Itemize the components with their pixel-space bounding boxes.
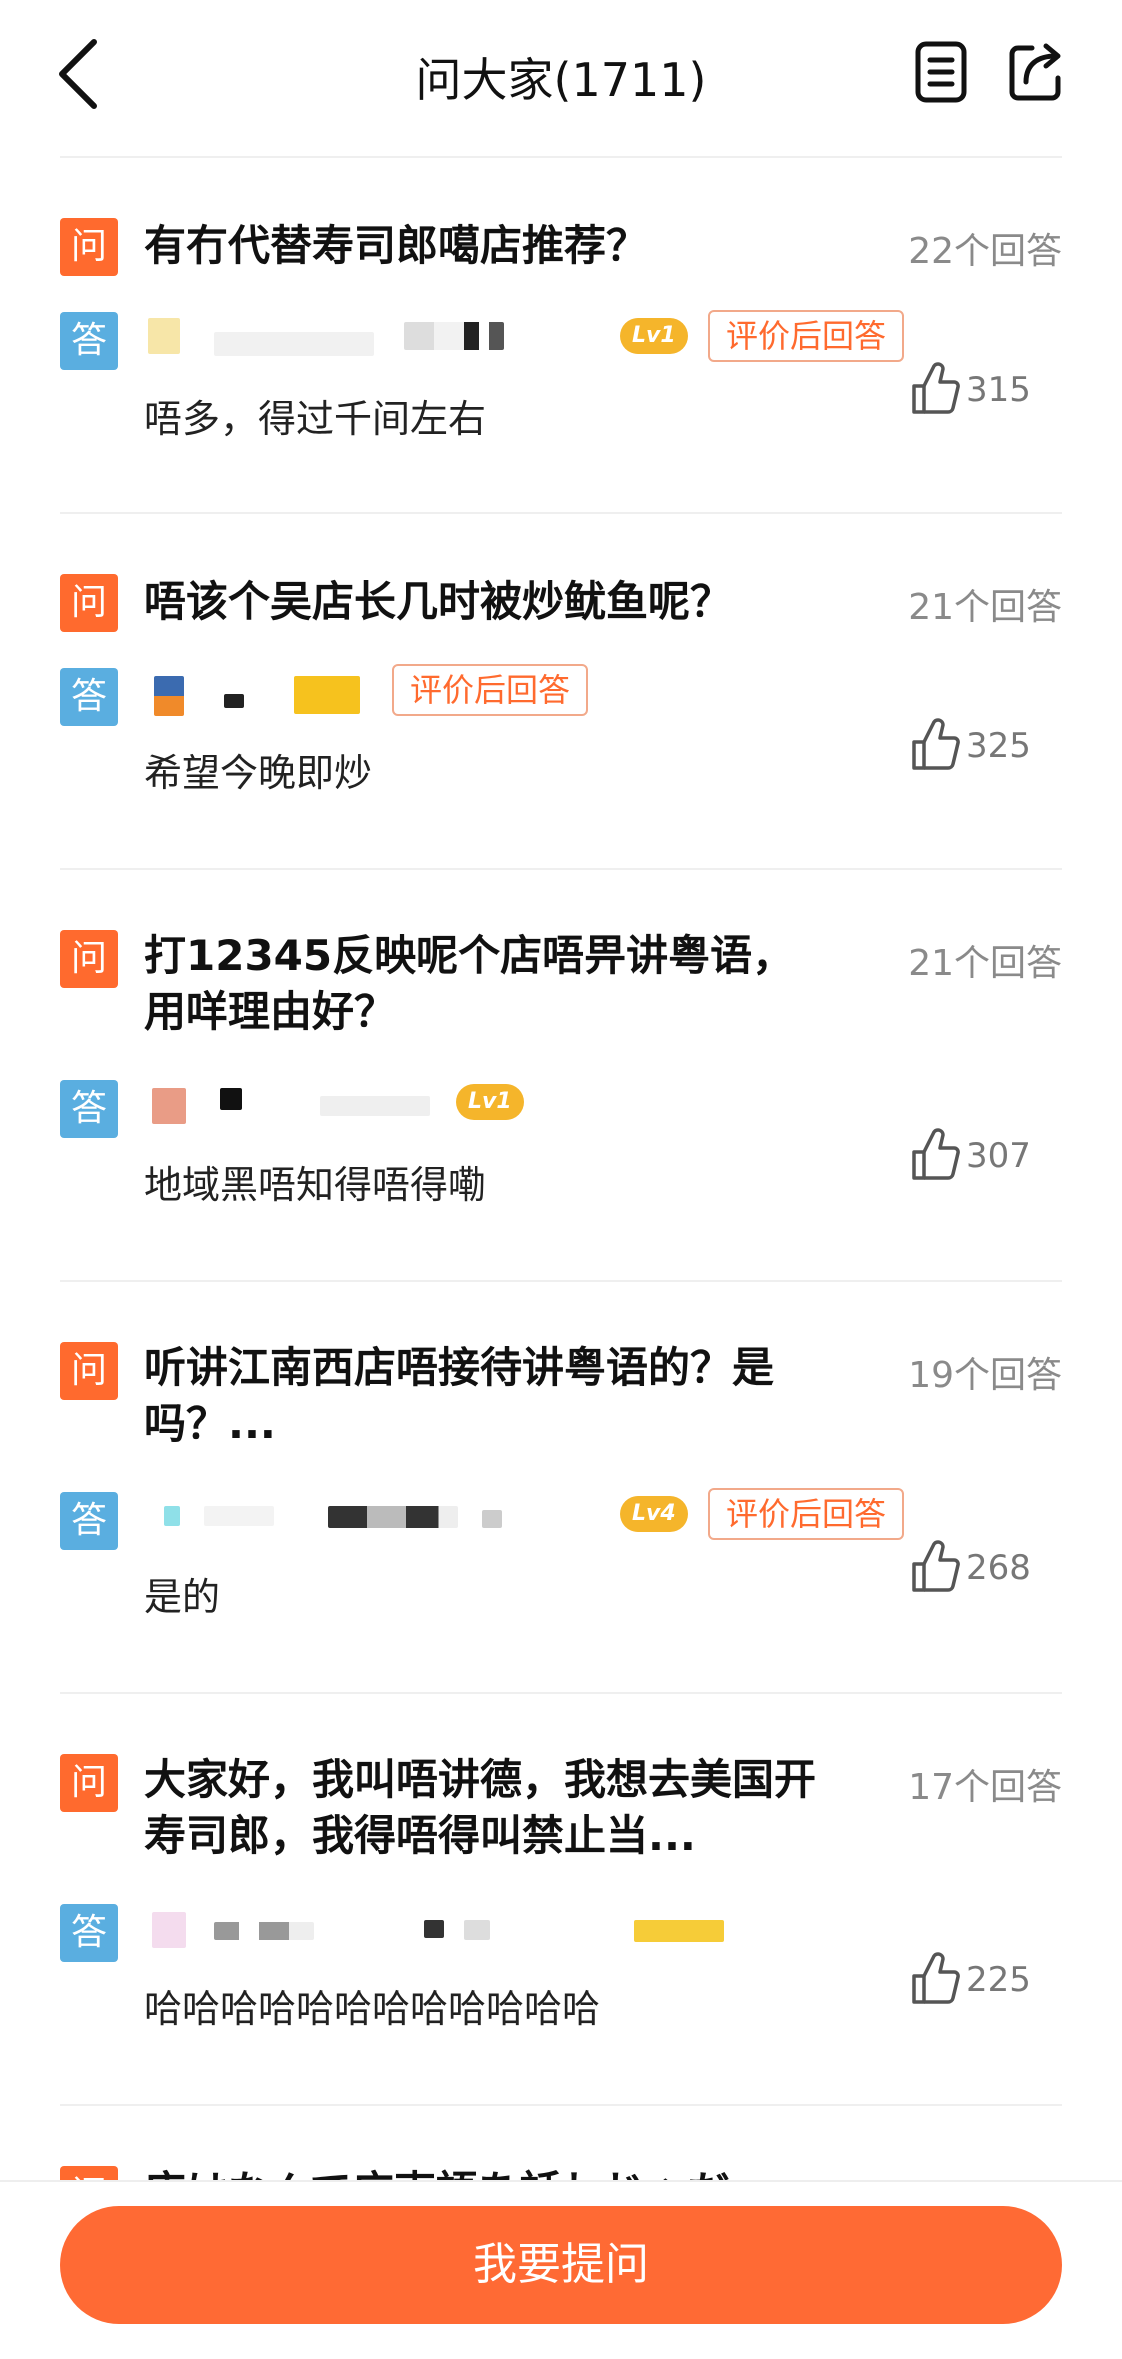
question-item[interactable]: 问 有冇代替寿司郎噶店推荐？ 22个回答 答 Lv1 评价后回答 唔多，得过千间… [60, 158, 1062, 514]
answer-badge: 答 [60, 1904, 118, 1962]
blurred-avatar [148, 318, 180, 354]
like-button[interactable]: 325 [910, 716, 1050, 776]
evaluate-to-answer-button[interactable]: 评价后回答 [708, 310, 904, 362]
question-badge: 问 [60, 218, 118, 276]
question-badge: 问 [60, 1342, 118, 1400]
blurred-username [464, 1920, 490, 1940]
question-text: 大家好，我叫唔讲德，我想去美国开寿司郎，我得唔得叫禁止当... [144, 1755, 817, 1860]
question-badge: 问 [60, 574, 118, 632]
answer-count: 17个回答 [908, 1767, 1062, 1808]
answer-count: 19个回答 [908, 1355, 1062, 1396]
question-text: 打12345反映呢个店唔畀讲粤语，用咩理由好？ [144, 931, 795, 1036]
answer-badge: 答 [60, 312, 118, 370]
answer-badge: 答 [60, 1080, 118, 1138]
answer-text: 是的 [144, 1575, 221, 1619]
answerer-info: Lv1 [144, 1076, 904, 1128]
like-count: 325 [966, 726, 1031, 766]
blurred-username [294, 676, 360, 714]
question-item[interactable]: 问 听讲江南西店唔接待讲粤语的？是吗？... 19个回答 答 Lv4 评价后回答… [60, 1282, 1062, 1694]
answer-text: 地域黑唔知得唔得嘞 [144, 1163, 487, 1207]
blurred-username [204, 1506, 274, 1526]
question-item[interactable]: 问 打12345反映呢个店唔畀讲粤语，用咩理由好？ 21个回答 答 Lv1 地域… [60, 870, 1062, 1282]
question-item[interactable]: 问 大家好，我叫唔讲德，我想去美国开寿司郎，我得唔得叫禁止当... 17个回答 … [60, 1694, 1062, 2106]
blurred-username [214, 1922, 314, 1940]
like-count: 315 [966, 370, 1031, 410]
like-count: 307 [966, 1136, 1031, 1176]
like-count: 225 [966, 1960, 1031, 2000]
like-count: 268 [966, 1548, 1031, 1588]
question-text: 听讲江南西店唔接待讲粤语的？是吗？... [144, 1343, 775, 1448]
answer-count: 21个回答 [908, 587, 1062, 628]
like-button[interactable]: 268 [910, 1538, 1050, 1598]
thumbs-up-icon [912, 362, 960, 414]
like-button[interactable]: 225 [910, 1950, 1050, 2010]
user-level-badge: Lv1 [620, 318, 688, 354]
blurred-username [424, 1920, 444, 1938]
top-bar: 问大家(1711) [0, 0, 1122, 158]
blurred-avatar [154, 676, 184, 716]
user-level-badge: Lv4 [620, 1496, 688, 1532]
bottom-bar: 我要提问 [0, 2180, 1122, 2359]
answer-badge: 答 [60, 668, 118, 726]
blurred-avatar [152, 1912, 186, 1948]
like-button[interactable]: 307 [910, 1126, 1050, 1186]
answer-text: 哈哈哈哈哈哈哈哈哈哈哈哈 [144, 1987, 601, 2031]
answer-text: 希望今晚即炒 [144, 751, 373, 795]
answer-badge: 答 [60, 1492, 118, 1550]
question-text: 唔该个吴店长几时被炒鱿鱼呢？ [144, 577, 733, 626]
answerer-info: Lv4 评价后回答 [144, 1488, 904, 1540]
document-list-icon[interactable] [912, 40, 972, 104]
blurred-username [328, 1506, 458, 1528]
blurred-username [214, 332, 374, 356]
blurred-username [482, 1510, 502, 1528]
blurred-username [320, 1096, 430, 1116]
thumbs-up-icon [912, 1952, 960, 2004]
user-level-badge: Lv1 [456, 1084, 524, 1120]
blurred-username [404, 322, 504, 350]
question-badge: 问 [60, 930, 118, 988]
thumbs-up-icon [912, 1128, 960, 1180]
answer-text: 唔多，得过千间左右 [144, 397, 487, 441]
answerer-info: Lv1 评价后回答 [144, 310, 904, 362]
evaluate-to-answer-button[interactable]: 评价后回答 [708, 1488, 904, 1540]
thumbs-up-icon [912, 1540, 960, 1592]
share-icon[interactable] [1006, 40, 1066, 104]
evaluate-to-answer-button[interactable]: 评价后回答 [392, 664, 589, 716]
answerer-info [144, 1900, 904, 1952]
blurred-avatar [164, 1506, 180, 1526]
blurred-username [634, 1920, 724, 1942]
question-badge: 问 [60, 1754, 118, 1812]
blurred-avatar [152, 1088, 186, 1124]
blurred-username [220, 1088, 242, 1110]
answerer-info: 评价后回答 [144, 664, 904, 716]
like-button[interactable]: 315 [910, 360, 1050, 420]
question-text: 有冇代替寿司郎噶店推荐？ [144, 221, 649, 270]
blurred-username [224, 694, 244, 708]
ask-question-button[interactable]: 我要提问 [60, 2206, 1062, 2324]
thumbs-up-icon [912, 718, 960, 770]
answer-count: 21个回答 [908, 943, 1062, 984]
answer-count: 22个回答 [908, 231, 1062, 272]
question-item[interactable]: 问 唔该个吴店长几时被炒鱿鱼呢？ 21个回答 答 评价后回答 希望今晚即炒 32… [60, 514, 1062, 870]
